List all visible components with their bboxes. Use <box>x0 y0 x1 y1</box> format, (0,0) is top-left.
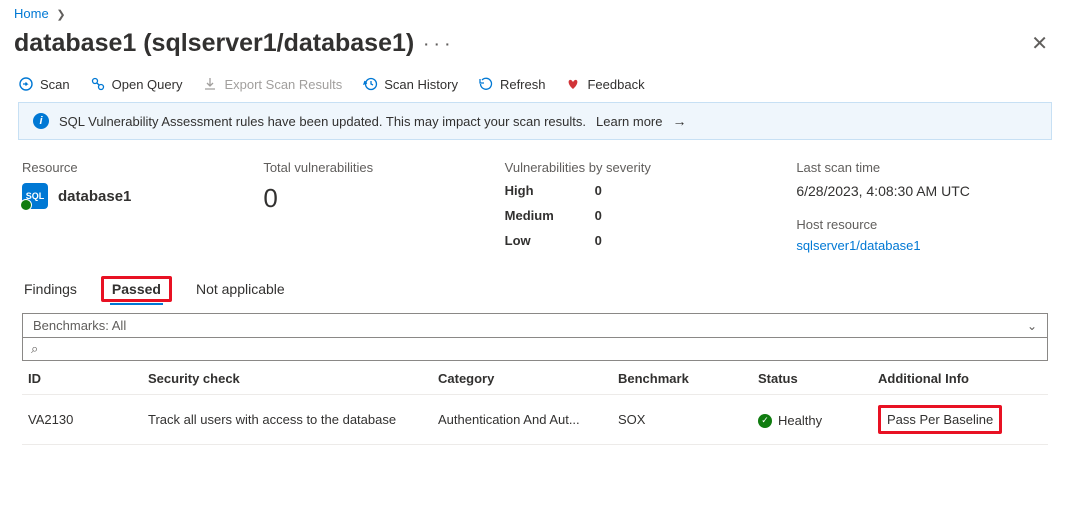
scan-icon <box>18 76 34 92</box>
open-query-button[interactable]: Open Query <box>90 76 183 92</box>
cell-additional-info: Pass Per Baseline <box>872 395 1048 445</box>
col-additional-info[interactable]: Additional Info <box>872 361 1048 395</box>
query-icon <box>90 76 106 92</box>
severity-low-value: 0 <box>595 233 635 248</box>
last-scan-value: 6/28/2023, 4:08:30 AM UTC <box>796 183 1048 199</box>
host-resource-label: Host resource <box>796 217 1048 232</box>
severity-low-label: Low <box>505 233 595 248</box>
heart-icon <box>565 76 581 92</box>
severity-medium-value: 0 <box>595 208 635 223</box>
tab-findings[interactable]: Findings <box>22 275 79 303</box>
cell-check: Track all users with access to the datab… <box>142 395 432 445</box>
close-button[interactable]: ✕ <box>1023 27 1056 60</box>
cell-id: VA2130 <box>22 395 142 445</box>
healthy-status-icon: ✓ <box>758 414 772 428</box>
summary-section: Resource SQL database1 Total vulnerabili… <box>0 154 1070 271</box>
chevron-right-icon: ❯ <box>56 9 65 21</box>
col-benchmark[interactable]: Benchmark <box>612 361 752 395</box>
col-category[interactable]: Category <box>432 361 612 395</box>
sql-database-icon: SQL <box>22 183 48 209</box>
last-scan-label: Last scan time <box>796 160 1048 175</box>
info-icon: i <box>33 113 49 129</box>
page-title: database1 (sqlserver1/database1) · · · <box>14 29 451 58</box>
refresh-button[interactable]: Refresh <box>478 76 546 92</box>
severity-high-label: High <box>505 183 595 198</box>
tab-not-applicable[interactable]: Not applicable <box>194 275 287 303</box>
resource-name: database1 <box>58 188 131 205</box>
table-row[interactable]: VA2130 Track all users with access to th… <box>22 395 1048 445</box>
cell-benchmark: SOX <box>612 395 752 445</box>
total-vuln-label: Total vulnerabilities <box>263 160 464 175</box>
breadcrumb: Home ❯ <box>0 0 1070 25</box>
severity-medium-label: Medium <box>505 208 595 223</box>
highlight-additional-info: Pass Per Baseline <box>878 405 1002 434</box>
more-actions-icon[interactable]: · · · <box>424 36 451 52</box>
download-icon <box>202 76 218 92</box>
col-id[interactable]: ID <box>22 361 142 395</box>
search-input[interactable]: ⌕ <box>22 338 1048 361</box>
arrow-right-icon: → <box>673 113 687 129</box>
benchmarks-filter[interactable]: Benchmarks: All ⌄ <box>22 313 1048 338</box>
chevron-down-icon: ⌄ <box>1027 319 1037 333</box>
cell-category: Authentication And Aut... <box>432 395 612 445</box>
search-icon: ⌕ <box>31 341 38 356</box>
command-bar: Scan Open Query Export Scan Results Scan… <box>0 70 1070 102</box>
severity-label: Vulnerabilities by severity <box>505 160 757 175</box>
cell-status: ✓ Healthy <box>752 395 872 445</box>
banner-text: SQL Vulnerability Assessment rules have … <box>59 114 586 129</box>
severity-high-value: 0 <box>595 183 635 198</box>
history-icon <box>362 76 378 92</box>
resource-label: Resource <box>22 160 223 175</box>
col-security-check[interactable]: Security check <box>142 361 432 395</box>
tab-passed[interactable]: Passed <box>110 275 163 305</box>
col-status[interactable]: Status <box>752 361 872 395</box>
total-vuln-value: 0 <box>263 183 464 214</box>
learn-more-link[interactable]: Learn more <box>596 114 662 129</box>
highlight-passed-tab: Passed <box>101 276 172 302</box>
breadcrumb-home-link[interactable]: Home <box>14 6 49 21</box>
scan-button[interactable]: Scan <box>18 76 70 92</box>
scan-history-button[interactable]: Scan History <box>362 76 458 92</box>
host-resource-link[interactable]: sqlserver1/database1 <box>796 238 920 253</box>
tabs: Findings Passed Not applicable <box>0 271 1070 303</box>
refresh-icon <box>478 76 494 92</box>
export-scan-results-button: Export Scan Results <box>202 76 342 92</box>
info-banner: i SQL Vulnerability Assessment rules hav… <box>18 102 1052 140</box>
findings-table: ID Security check Category Benchmark Sta… <box>22 361 1048 445</box>
feedback-button[interactable]: Feedback <box>565 76 644 92</box>
